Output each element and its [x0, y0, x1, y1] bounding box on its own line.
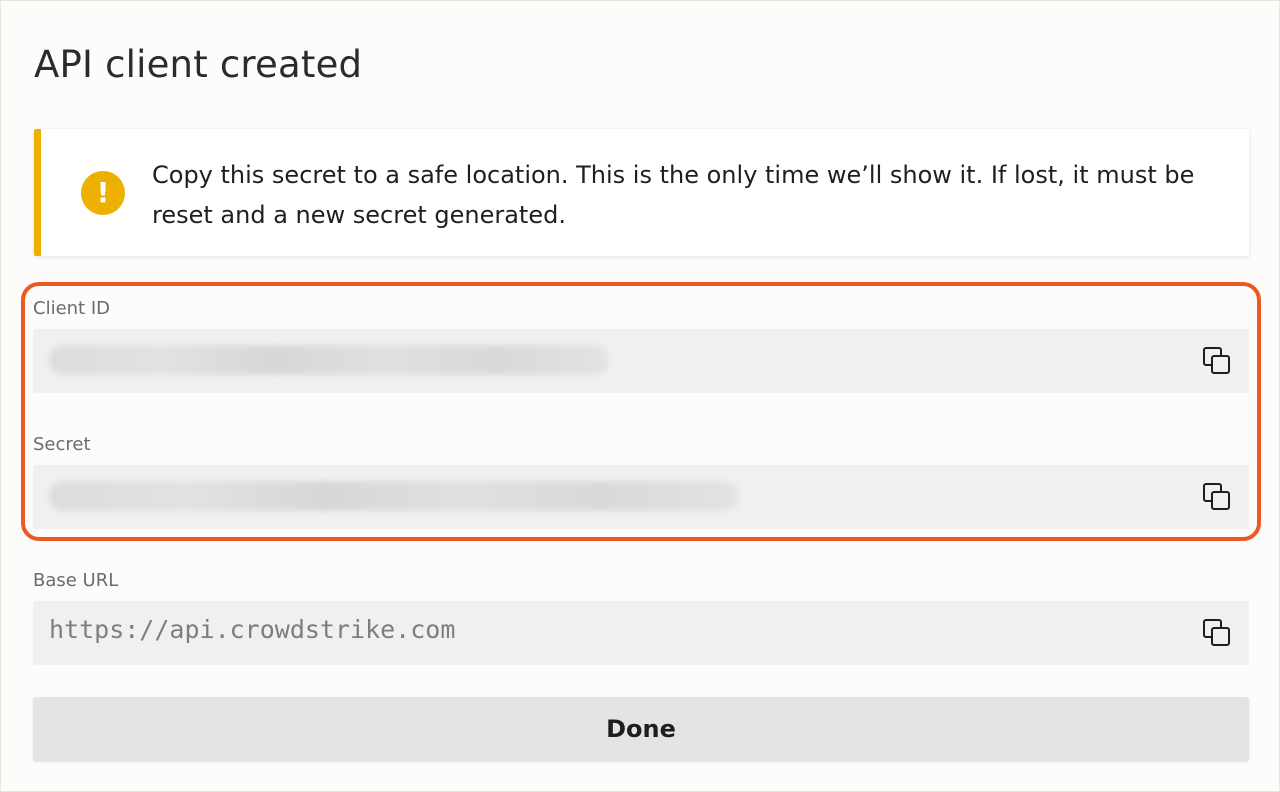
base-url-label: Base URL: [33, 570, 119, 591]
secret-value-redacted: [49, 481, 739, 511]
copy-icon: [1203, 619, 1230, 646]
client-id-label: Client ID: [33, 298, 111, 319]
copy-secret-button[interactable]: [1201, 481, 1233, 513]
client-id-value-redacted: [49, 345, 609, 375]
warning-alert: ! Copy this secret to a safe location. T…: [34, 129, 1249, 256]
copy-client-id-button[interactable]: [1201, 345, 1233, 377]
api-client-created-dialog: API client created ! Copy this secret to…: [0, 0, 1280, 792]
base-url-value[interactable]: https://api.crowdstrike.com: [49, 615, 455, 644]
dialog-title: API client created: [34, 43, 363, 86]
base-url-field[interactable]: https://api.crowdstrike.com: [33, 601, 1249, 665]
secret-label: Secret: [33, 434, 91, 455]
copy-base-url-button[interactable]: [1201, 617, 1233, 649]
secret-field[interactable]: [33, 465, 1249, 529]
copy-icon: [1203, 347, 1230, 374]
warning-alert-text: Copy this secret to a safe location. Thi…: [152, 161, 1195, 229]
done-button[interactable]: Done: [33, 697, 1249, 761]
exclamation-icon: !: [81, 171, 125, 215]
copy-icon: [1203, 483, 1230, 510]
client-id-field[interactable]: [33, 329, 1249, 393]
